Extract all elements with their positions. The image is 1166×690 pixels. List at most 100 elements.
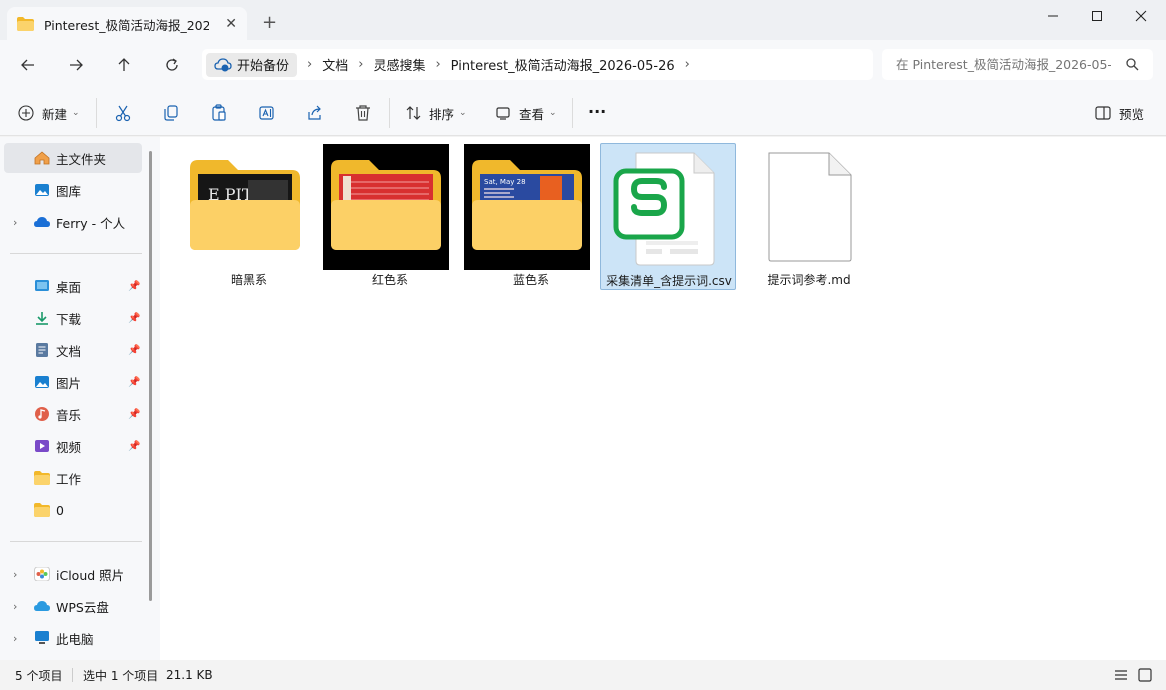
- rename-icon: [259, 106, 274, 120]
- pin-icon[interactable]: 📌: [128, 409, 140, 420]
- pin-icon[interactable]: 📌: [128, 441, 140, 452]
- sidebar-item-videos[interactable]: 视频 📌: [4, 431, 142, 461]
- command-bar: 新建 ⌄ 排序 ⌄ 查看 ⌄ ··· 预览: [0, 90, 1166, 136]
- minimize-button[interactable]: [1030, 0, 1076, 32]
- address-bar[interactable]: 开始备份 › 文档 › 灵感搜集 › Pinterest_极简活动海报_2026…: [202, 49, 873, 80]
- breadcrumb-documents[interactable]: 文档: [322, 55, 348, 74]
- copy-button[interactable]: [162, 102, 180, 124]
- pin-icon[interactable]: 📌: [128, 345, 140, 356]
- sidebar-item-gallery[interactable]: 图库: [4, 175, 142, 205]
- arrow-up-icon: [118, 58, 130, 71]
- close-icon: [1135, 10, 1147, 22]
- rename-button[interactable]: [258, 102, 276, 124]
- folder-icon: [17, 17, 34, 31]
- more-options-button[interactable]: ···: [588, 100, 606, 122]
- sort-button[interactable]: 排序 ⌄: [405, 102, 467, 124]
- sidebar-item-label: 文档: [56, 343, 82, 359]
- view-icon: [496, 107, 510, 120]
- pin-icon[interactable]: 📌: [128, 377, 140, 388]
- sidebar-scrollbar[interactable]: [149, 151, 152, 601]
- file-name: 提示词参考.md: [767, 273, 851, 287]
- chevron-right-icon[interactable]: ›: [685, 57, 690, 72]
- chevron-right-icon[interactable]: ›: [307, 57, 312, 72]
- sidebar-item-onedrive[interactable]: › Ferry - 个人: [4, 207, 142, 237]
- sidebar-item-downloads[interactable]: 下载 📌: [4, 303, 142, 333]
- sidebar-item-desktop[interactable]: 桌面 📌: [4, 271, 142, 301]
- video-icon: [35, 440, 49, 452]
- cut-button[interactable]: [114, 102, 132, 124]
- large-icons-view-button[interactable]: [1138, 668, 1152, 685]
- sidebar-item-pictures[interactable]: 图片 📌: [4, 367, 142, 397]
- chevron-right-icon[interactable]: ›: [358, 57, 363, 72]
- folder-item-red[interactable]: 红色系: [323, 144, 457, 289]
- sidebar-item-work[interactable]: 工作: [4, 463, 142, 493]
- sidebar-item-home[interactable]: 主文件夹: [4, 143, 142, 173]
- forward-button[interactable]: [64, 53, 88, 77]
- scissors-icon: [115, 105, 131, 122]
- arrow-right-icon: [70, 59, 83, 71]
- breadcrumb-label: 开始备份: [237, 59, 290, 74]
- divider: [72, 668, 73, 682]
- file-name: 采集清单_含提示词.csv: [606, 274, 732, 288]
- home-icon: [34, 151, 50, 165]
- desktop-icon: [35, 280, 49, 291]
- search-box[interactable]: [882, 49, 1153, 80]
- share-button[interactable]: [306, 102, 324, 124]
- sidebar-item-label: 主文件夹: [56, 151, 107, 167]
- breadcrumb-inspiration[interactable]: 灵感搜集: [373, 55, 425, 74]
- folder-item-blue[interactable]: Sat, May 28 蓝色系: [464, 144, 598, 289]
- chevron-right-icon[interactable]: ›: [13, 632, 17, 645]
- new-button[interactable]: 新建 ⌄: [18, 102, 80, 124]
- chevron-right-icon[interactable]: ›: [435, 57, 440, 72]
- sidebar-item-label: 下载: [56, 311, 82, 327]
- breadcrumb-backup[interactable]: 开始备份: [206, 52, 298, 77]
- icloud-photos-icon: [34, 567, 50, 581]
- sidebar-item-this-pc[interactable]: › 此电脑: [4, 623, 142, 653]
- up-button[interactable]: [112, 53, 136, 77]
- chevron-right-icon[interactable]: ›: [13, 568, 17, 581]
- chevron-right-icon[interactable]: ›: [13, 600, 17, 613]
- pin-icon[interactable]: 📌: [128, 281, 140, 292]
- navigation-pane: 主文件夹 图库 › Ferry - 个人 桌面 📌 下载 📌 文档 📌 图片 📌…: [0, 137, 160, 660]
- search-input[interactable]: [896, 57, 1111, 72]
- sidebar-item-zero[interactable]: 0: [4, 495, 142, 525]
- file-name: 蓝色系: [512, 273, 549, 287]
- blank-document-icon: [768, 152, 852, 262]
- file-item-csv[interactable]: 采集清单_含提示词.csv: [600, 143, 736, 290]
- delete-button[interactable]: [354, 102, 372, 124]
- preview-pane-button[interactable]: 预览: [1095, 102, 1144, 124]
- refresh-button[interactable]: [160, 53, 184, 77]
- sidebar-item-documents[interactable]: 文档 📌: [4, 335, 142, 365]
- sidebar-item-music[interactable]: 音乐 📌: [4, 399, 142, 429]
- file-item-md[interactable]: 提示词参考.md: [742, 144, 876, 289]
- sidebar-item-wps-cloud[interactable]: › WPS云盘: [4, 591, 142, 621]
- new-tab-button[interactable]: +: [262, 13, 277, 33]
- folder-item-dark[interactable]: E PIT 暗黑系: [182, 144, 316, 289]
- arrow-left-icon: [21, 59, 34, 71]
- new-label: 新建: [42, 106, 68, 122]
- cloud-sync-icon: [214, 57, 232, 71]
- folder-icon: [34, 471, 50, 485]
- close-window-button[interactable]: [1118, 0, 1164, 32]
- details-view-button[interactable]: [1114, 668, 1128, 685]
- chevron-down-icon: ⌄: [459, 108, 467, 118]
- paste-button[interactable]: [210, 102, 228, 124]
- maximize-button[interactable]: [1074, 0, 1120, 32]
- view-button[interactable]: 查看 ⌄: [495, 102, 557, 124]
- pin-icon[interactable]: 📌: [128, 313, 140, 324]
- download-icon: [36, 312, 48, 325]
- sidebar-item-label: 音乐: [56, 407, 82, 423]
- sort-icon: [406, 106, 421, 120]
- sidebar-item-icloud-photos[interactable]: › iCloud 照片: [4, 559, 142, 589]
- copy-icon: [164, 105, 178, 121]
- item-count: 5 个项目: [15, 668, 63, 683]
- breadcrumb-current[interactable]: Pinterest_极简活动海报_2026-05-26: [451, 55, 675, 74]
- close-tab-icon[interactable]: ✕: [225, 16, 237, 32]
- chevron-right-icon[interactable]: ›: [13, 216, 17, 229]
- window-tab[interactable]: Pinterest_极简活动海报_2026-05-26 ✕: [7, 7, 247, 41]
- folder-icon: Sat, May 28: [472, 160, 582, 250]
- navigation-bar: 开始备份 › 文档 › 灵感搜集 › Pinterest_极简活动海报_2026…: [0, 40, 1166, 90]
- back-button[interactable]: [16, 53, 40, 77]
- selection-size: 21.1 KB: [166, 668, 213, 682]
- sidebar-item-label: 图片: [56, 375, 82, 391]
